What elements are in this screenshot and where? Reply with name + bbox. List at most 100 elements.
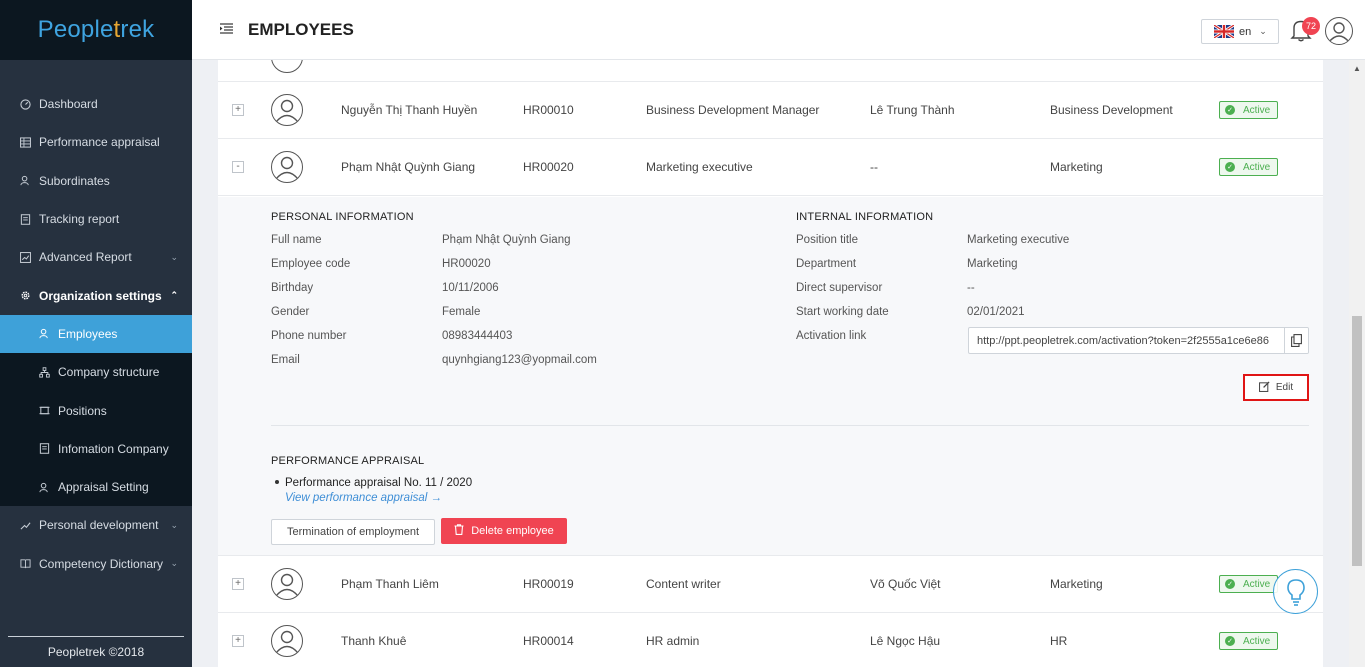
sidebar-nav: Dashboard Performance appraisal Subordin… <box>0 60 192 583</box>
sidebar-item-label: Positions <box>58 403 107 418</box>
sidebar-item-competency-dictionary[interactable]: Competency Dictionary ⌄ <box>0 545 192 583</box>
birthday-value: 10/11/2006 <box>442 282 499 294</box>
table-row[interactable]: + Phạm Thanh Liêm HR00019 Content writer… <box>218 556 1323 613</box>
uk-flag-icon <box>1214 25 1234 38</box>
menu-toggle-icon[interactable] <box>220 22 234 37</box>
gender-value: Female <box>442 306 481 318</box>
sidebar-item-label: Dashboard <box>39 97 98 112</box>
top-header: EMPLOYEES en ⌄ 72 <box>192 0 1365 60</box>
scrollbar-thumb[interactable] <box>1352 316 1362 566</box>
status-label: Active <box>1243 635 1271 647</box>
employee-name[interactable]: Nguyễn Thị Thanh Huyền <box>341 103 477 117</box>
app-logo[interactable]: Peopletrek <box>0 0 192 60</box>
employee-name[interactable]: Phạm Nhật Quỳnh Giang <box>341 160 475 174</box>
sidebar-item-information-company[interactable]: Infomation Company <box>0 430 192 468</box>
edit-button[interactable]: Edit <box>1243 374 1309 401</box>
sidebar-item-organization-settings[interactable]: Organization settings ⌃ <box>0 276 192 314</box>
employee-supervisor: Lê Ngọc Hậu <box>870 634 941 648</box>
sidebar-item-performance-appraisal[interactable]: Performance appraisal <box>0 123 192 161</box>
dashboard-icon <box>19 98 31 110</box>
sidebar-item-label: Appraisal Setting <box>58 480 149 495</box>
gender-label: Gender <box>271 306 310 318</box>
internal-info-title: INTERNAL INFORMATION <box>796 211 934 223</box>
employee-code: HR00019 <box>523 577 574 591</box>
chart-icon <box>19 251 31 263</box>
chevron-up-icon: ⌃ <box>170 290 178 301</box>
growth-icon <box>19 519 31 531</box>
employee-position: HR admin <box>646 634 700 648</box>
language-selector[interactable]: en ⌄ <box>1201 19 1279 44</box>
employee-department: HR <box>1050 634 1068 648</box>
collapse-row-button[interactable]: - <box>232 161 244 173</box>
activation-link-value[interactable]: http://ppt.peopletrek.com/activation?tok… <box>977 335 1285 347</box>
user-avatar[interactable] <box>1325 17 1353 45</box>
status-badge: ✓ Active <box>1219 632 1279 650</box>
link-label: View performance appraisal <box>285 492 428 504</box>
table-row[interactable] <box>218 60 1323 82</box>
gear-icon <box>19 290 31 302</box>
table-row[interactable]: + Nguyễn Thị Thanh Huyền HR00010 Busines… <box>218 82 1323 139</box>
delete-employee-button[interactable]: Delete employee <box>441 518 567 544</box>
sidebar-item-label: Employees <box>58 326 118 341</box>
sidebar-item-personal-development[interactable]: Personal development ⌄ <box>0 506 192 544</box>
expand-row-button[interactable]: + <box>232 635 244 647</box>
expand-row-button[interactable]: + <box>232 578 244 590</box>
sidebar-item-label: Personal development <box>39 518 159 533</box>
copy-icon[interactable] <box>1284 328 1308 353</box>
performance-appraisal-title: PERFORMANCE APPRAISAL <box>271 455 425 467</box>
sidebar-item-subordinates[interactable]: Subordinates <box>0 162 192 200</box>
employee-name[interactable]: Thanh Khuê <box>341 634 406 648</box>
language-label: en <box>1239 25 1252 38</box>
direct-supervisor-value: -- <box>967 282 975 294</box>
employee-department: Marketing <box>1050 160 1103 174</box>
scroll-up-icon[interactable]: ▲ <box>1353 64 1361 73</box>
check-icon: ✓ <box>1225 636 1235 646</box>
view-performance-appraisal-link[interactable]: View performance appraisal → <box>285 492 442 504</box>
trash-icon <box>454 524 464 538</box>
book-icon <box>19 558 31 570</box>
sidebar-item-label: Subordinates <box>39 173 110 188</box>
termination-button[interactable]: Termination of employment <box>271 519 435 545</box>
avatar <box>271 151 303 183</box>
sidebar-item-label: Company structure <box>58 365 160 380</box>
employee-supervisor: Võ Quốc Việt <box>870 577 941 591</box>
section-divider <box>271 425 1309 426</box>
sidebar-item-advanced-report[interactable]: Advanced Report ⌄ <box>0 238 192 276</box>
table-row[interactable]: + Thanh Khuê HR00014 HR admin Lê Ngọc Hậ… <box>218 613 1323 667</box>
direct-supervisor-label: Direct supervisor <box>796 282 883 294</box>
chevron-down-icon: ⌄ <box>170 251 178 262</box>
employee-code: HR00014 <box>523 634 574 648</box>
sidebar-item-company-structure[interactable]: Company structure <box>0 353 192 391</box>
sidebar-item-tracking-report[interactable]: Tracking report <box>0 200 192 238</box>
expand-row-button[interactable]: + <box>232 104 244 116</box>
employee-supervisor: Lê Trung Thành <box>870 103 955 117</box>
avatar <box>271 94 303 126</box>
notification-badge: 72 <box>1302 17 1320 35</box>
sidebar-item-label: Advanced Report <box>39 250 132 265</box>
employee-code-value: HR00020 <box>442 258 491 270</box>
full-name-label: Full name <box>271 234 322 246</box>
status-label: Active <box>1243 161 1271 173</box>
sidebar-item-appraisal-setting[interactable]: Appraisal Setting <box>0 468 192 506</box>
sidebar-item-positions[interactable]: Positions <box>0 391 192 429</box>
avatar <box>271 625 303 657</box>
lightbulb-icon[interactable] <box>1273 569 1318 614</box>
info-icon <box>38 443 50 455</box>
scrollbar[interactable]: ▲ <box>1349 60 1365 667</box>
employee-name[interactable]: Phạm Thanh Liêm <box>341 577 439 591</box>
sidebar-item-dashboard[interactable]: Dashboard <box>0 85 192 123</box>
status-label: Active <box>1243 104 1271 116</box>
sidebar-item-employees[interactable]: Employees <box>0 314 192 354</box>
phone-value: 08983444403 <box>442 330 513 342</box>
sidebar-item-label: Performance appraisal <box>39 135 160 150</box>
edit-label: Edit <box>1275 382 1294 393</box>
activation-link-field[interactable]: http://ppt.peopletrek.com/activation?tok… <box>968 327 1309 354</box>
sidebar-item-label: Infomation Company <box>58 441 169 456</box>
table-row[interactable]: - Phạm Nhật Quỳnh Giang HR00020 Marketin… <box>218 139 1323 196</box>
users-icon <box>38 481 50 493</box>
employee-position: Content writer <box>646 577 721 591</box>
table-icon <box>19 136 31 148</box>
check-icon: ✓ <box>1225 162 1235 172</box>
report-icon <box>19 213 31 225</box>
sidebar-item-label: Tracking report <box>39 212 120 227</box>
